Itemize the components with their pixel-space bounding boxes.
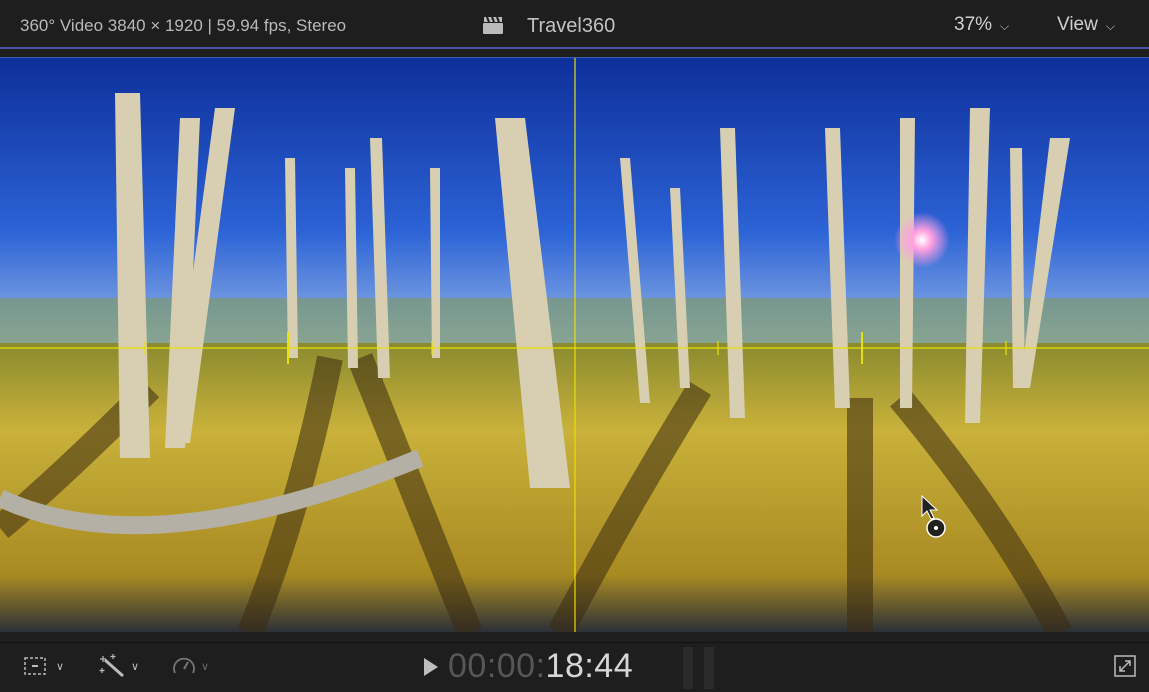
viewer-header: 360° Video 3840 × 1920 | 59.94 fps, Ster… — [0, 0, 1149, 49]
video-format-info: 360° Video 3840 × 1920 | 59.94 fps, Ster… — [20, 16, 346, 36]
chevron-down-icon: ⌵ — [1106, 19, 1115, 33]
project-title: Travel360 — [527, 15, 615, 38]
video-frame-360 — [0, 58, 1149, 632]
retime-menu-button[interactable]: ∨ — [171, 653, 209, 679]
transform-menu-button[interactable]: ∨ — [22, 653, 64, 679]
clapper-icon — [483, 16, 503, 34]
chevron-down-icon: ∨ — [131, 660, 139, 673]
enhancements-menu-button[interactable]: ∨ — [99, 653, 139, 679]
chevron-down-icon: ⌵ — [1000, 19, 1009, 33]
zoom-level: 37% — [954, 14, 992, 35]
video-canvas[interactable] — [0, 57, 1149, 632]
speedometer-icon — [171, 655, 197, 677]
audio-meter-right — [704, 647, 714, 689]
magic-wand-icon — [99, 654, 127, 678]
timecode-display[interactable]: 00:00:18:44 — [448, 647, 633, 686]
audio-meter-left — [683, 647, 693, 689]
view-label: View — [1057, 14, 1098, 35]
play-button[interactable] — [424, 658, 438, 676]
zoom-menu[interactable]: 37% ⌵ — [954, 14, 1009, 36]
view-menu[interactable]: View ⌵ — [1057, 14, 1115, 36]
timecode-value: 18:44 — [546, 647, 634, 685]
chevron-down-icon: ∨ — [201, 660, 209, 673]
crop-transform-icon — [22, 655, 48, 677]
timecode-leading: 00:00: — [448, 647, 546, 685]
chevron-down-icon: ∨ — [56, 660, 64, 673]
viewer-footer: ∨ ∨ ∨ 00:00:18:44 — [0, 642, 1149, 692]
fullscreen-icon[interactable] — [1114, 655, 1136, 677]
